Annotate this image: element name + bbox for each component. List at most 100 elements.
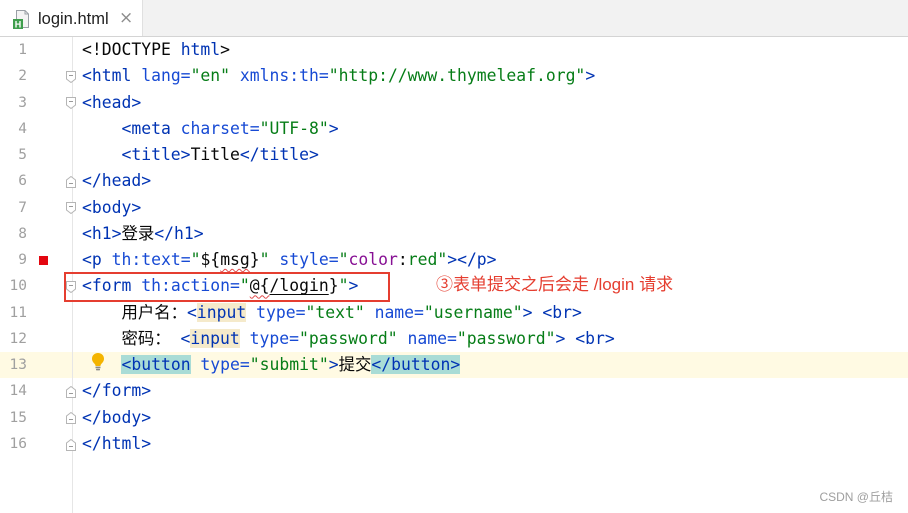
fold-start-icon[interactable]: [66, 70, 76, 83]
code-token: <html: [82, 66, 132, 86]
code-text: </html>: [82, 431, 151, 457]
code-token: <h1>: [82, 223, 122, 243]
editor-line-2[interactable]: 2 <html lang="en" xmlns:th="http://www.th…: [0, 63, 908, 89]
code-token: msg: [220, 250, 250, 270]
editor-line-14[interactable]: 14 </form>: [0, 378, 908, 404]
code-token: </body>: [82, 407, 152, 427]
code-token: color: [348, 250, 398, 270]
editor-line-12[interactable]: 12 密码： <input type="password" name="pass…: [0, 326, 908, 352]
code-token: input: [196, 302, 247, 322]
code-token: type=: [239, 328, 299, 348]
tab-label: login.html: [38, 10, 109, 28]
annotation-text: ③表单提交之后会走 /login 请求: [436, 275, 674, 294]
line-number: 3: [18, 94, 27, 111]
code-token: "en": [190, 66, 231, 86]
close-icon[interactable]: ×: [119, 8, 133, 28]
code-token: th:text=: [101, 250, 191, 270]
line-number: 4: [18, 120, 27, 137]
editor-line-7[interactable]: 7 <body>: [0, 195, 908, 221]
code-text: <body>: [82, 195, 141, 221]
ide-editor-window: H login.html × 1 <!DOCTYPE html> 2 <html la…: [0, 0, 908, 513]
editor-line-3[interactable]: 3 <head>: [0, 90, 908, 116]
code-token: ": [437, 250, 448, 270]
fold-start-icon[interactable]: [66, 97, 76, 110]
editor-line-6[interactable]: 6 </head>: [0, 168, 908, 194]
code-token: </h1>: [154, 223, 204, 243]
line-number: 1: [18, 42, 27, 58]
tab-login-html[interactable]: H login.html ×: [0, 0, 143, 36]
fold-end-icon[interactable]: [66, 412, 76, 425]
code-token: red: [407, 250, 438, 270]
code-token: html: [180, 40, 221, 59]
code-text: </head>: [82, 168, 151, 194]
code-token: }: [249, 250, 260, 270]
code-token: ": [338, 250, 349, 270]
code-token: >: [555, 328, 566, 348]
code-token: charset=: [170, 118, 260, 138]
code-token: ": [190, 250, 201, 270]
code-token: "username": [423, 302, 523, 322]
line-number: 12: [9, 330, 27, 347]
code-token: "http://www.thymeleaf.org": [328, 66, 586, 86]
line-number: 5: [18, 147, 27, 164]
code-token: "password": [298, 328, 398, 348]
code-token: 提交: [338, 355, 372, 375]
code-token: "text": [305, 302, 365, 322]
color-preview-swatch[interactable]: [39, 255, 48, 265]
code-token: <: [180, 328, 191, 348]
fold-end-icon[interactable]: [66, 175, 76, 188]
editor-line-9[interactable]: 9 <p th:text="${msg}" style="color:red"><…: [0, 247, 908, 273]
code-token: <br>: [565, 328, 615, 348]
editor-line-11[interactable]: 11 用户名：<input type="text" name="username…: [0, 300, 908, 326]
editor-line-15[interactable]: 15 </body>: [0, 405, 908, 431]
editor-line-4[interactable]: 4 <meta charset="UTF-8">: [0, 116, 908, 142]
code-token: <head>: [82, 92, 142, 112]
code-token: >: [328, 118, 339, 138]
code-text: <html lang="en" xmlns:th="http://www.thy…: [82, 63, 595, 89]
annotation-highlight-box: [64, 272, 390, 302]
editor-line-8[interactable]: 8 <h1>登录</h1>: [0, 221, 908, 247]
code-text: 密码： <input type="password" name="passwor…: [82, 326, 615, 352]
code-token: </button>: [371, 355, 461, 375]
code-token: 用户名：: [82, 302, 188, 322]
code-token: 登录: [121, 223, 155, 243]
line-number: 13: [9, 357, 27, 374]
file-icon-badge-letter: H: [15, 19, 22, 29]
code-token: input: [190, 328, 240, 348]
fold-end-icon[interactable]: [66, 386, 76, 399]
editor-line-1[interactable]: 1 <!DOCTYPE html>: [0, 37, 908, 63]
code-token: name=: [397, 328, 457, 348]
code-token: Title: [190, 145, 240, 165]
code-text: </form>: [82, 378, 151, 404]
code-token: >: [328, 355, 339, 375]
editor-line-13[interactable]: 13 <button type="submit">提交</button>: [0, 352, 908, 379]
code-text: <head>: [82, 90, 141, 116]
code-token: </title>: [239, 145, 319, 165]
code-token: xmlns:th=: [230, 66, 329, 86]
code-token: name=: [364, 302, 424, 322]
editor-line-16[interactable]: 16 </html>: [0, 431, 908, 457]
code-token: style=: [269, 250, 339, 270]
code-token: <button: [121, 355, 191, 375]
code-token: </html>: [82, 433, 152, 453]
html-file-icon: H: [13, 10, 30, 29]
line-number: 14: [9, 383, 27, 400]
code-token: "password": [456, 328, 556, 348]
code-token: type=: [190, 355, 250, 375]
line-number: 7: [18, 199, 27, 216]
line-number: 6: [18, 173, 27, 190]
code-token: <p: [82, 250, 102, 270]
line-number: 8: [18, 225, 27, 242]
code-text: <!DOCTYPE html>: [82, 37, 230, 63]
code-token: >: [522, 302, 533, 322]
editor-line-5[interactable]: 5 <title>Title</title>: [0, 142, 908, 168]
code-text: <p th:text="${msg}" style="color:red"></…: [82, 247, 497, 273]
fold-start-icon[interactable]: [66, 202, 76, 215]
code-token: type=: [246, 302, 306, 322]
code-token: "submit": [249, 355, 329, 375]
code-token: <!DOCTYPE: [82, 40, 181, 59]
code-token: ": [259, 250, 270, 270]
lightbulb-icon[interactable]: [91, 352, 105, 371]
code-token: lang=: [131, 66, 191, 86]
fold-end-icon[interactable]: [66, 438, 76, 451]
